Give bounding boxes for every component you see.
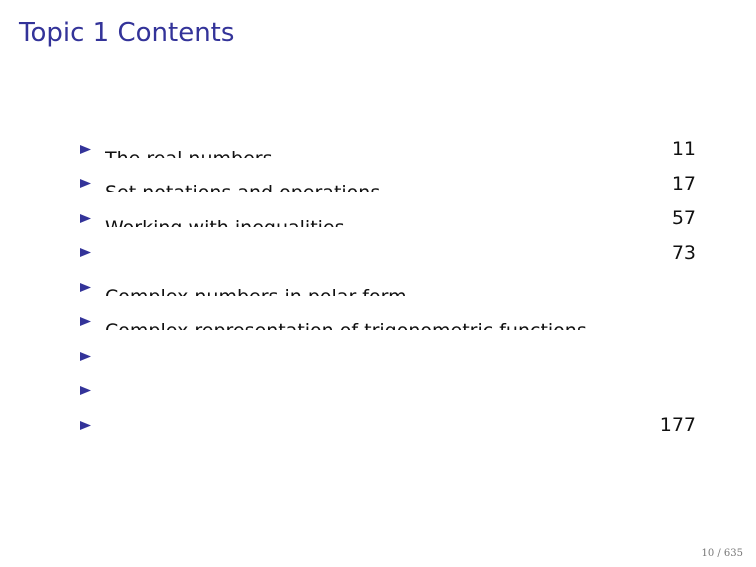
toc-entry-page: 177 [659, 414, 696, 437]
toc-entry-page: 17 [671, 172, 696, 195]
triangle-bullet-icon [80, 316, 93, 328]
slide-page-number: 10 / 635 [701, 548, 743, 559]
toc-entry: Complex representation of trigonometric … [80, 305, 700, 340]
triangle-bullet-icon [80, 178, 93, 190]
slide: Topic 1 Contents The real numbers 11 Set… [0, 0, 756, 567]
toc-entry: The real numbers 11 [80, 132, 700, 167]
toc-entry-page: 57 [671, 207, 696, 230]
slide-title: Topic 1 Contents [19, 18, 235, 48]
toc-entry-title: The real numbers [105, 148, 646, 158]
toc-entry: Complex numbers in polar form [80, 270, 700, 305]
table-of-contents: The real numbers 11 Set notations and op… [80, 132, 700, 443]
triangle-bullet-icon [80, 419, 93, 431]
toc-entry-title: Complex numbers in polar form [105, 286, 646, 296]
toc-entry: 73 [80, 236, 700, 271]
toc-entry [80, 339, 700, 374]
triangle-bullet-icon [80, 212, 93, 224]
triangle-bullet-icon [80, 385, 93, 397]
toc-entry-page: 11 [671, 138, 696, 161]
triangle-bullet-icon [80, 350, 93, 362]
toc-entry [80, 374, 700, 409]
toc-entry: 177 [80, 408, 700, 443]
triangle-bullet-icon [80, 281, 93, 293]
toc-entry: Set notations and operations 17 [80, 167, 700, 202]
toc-entry-page: 73 [671, 241, 696, 264]
toc-entry: Working with inequalities 57 [80, 201, 700, 236]
triangle-bullet-icon [80, 247, 93, 259]
toc-entry-title: Set notations and operations [105, 182, 646, 192]
toc-entry-title: Working with inequalities [105, 217, 646, 227]
toc-entry-title: Complex representation of trigonometric … [105, 320, 646, 330]
triangle-bullet-icon [80, 143, 93, 155]
